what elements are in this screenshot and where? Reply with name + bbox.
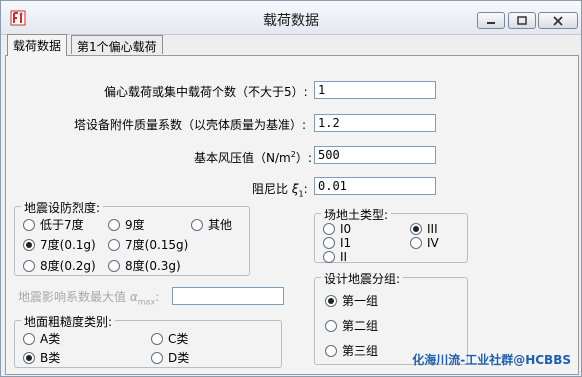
radio-soil-iv[interactable]: IV (410, 236, 439, 250)
radio-group-2[interactable]: 第二组 (325, 317, 378, 334)
watermark-text: 化海川流-工业社群@HCBBS (412, 353, 571, 367)
radio-circle-icon (23, 238, 35, 251)
site-soil-group: 场地土类型: I0 III I1 IV II (314, 206, 468, 264)
wind-pressure-label: 基本风压值（N/m2）: (194, 150, 312, 165)
maximize-button[interactable] (508, 12, 536, 29)
radio-soil-i0[interactable]: I0 (323, 222, 351, 236)
seismic-max-label: 地震影响系数最大值 αmax: (18, 290, 160, 307)
radio-other[interactable]: 其他 (191, 216, 232, 233)
tab-strip: 载荷数据 第1个偏心载荷 (5, 34, 579, 57)
radio-group-1[interactable]: 第一组 (325, 292, 378, 309)
radio-circle-icon (108, 238, 120, 251)
radio-soil-ii[interactable]: II (323, 250, 347, 264)
dialog-window: 载荷数据 载荷数据 第1个偏心载荷 偏心载荷或集中载荷个数（不大于5）: 1 塔… (0, 0, 582, 377)
site-soil-legend: 场地土类型: (321, 206, 392, 223)
radio-circle-icon (323, 251, 335, 263)
radio-rough-b[interactable]: B类 (23, 349, 60, 366)
radio-circle-icon (325, 294, 337, 307)
radio-circle-icon (410, 223, 422, 235)
radio-circle-icon (191, 218, 203, 231)
seismic-max-input[interactable] (172, 287, 284, 305)
roughness-legend: 地面粗糙度类别: (21, 313, 116, 330)
eccentric-count-label: 偏心载荷或集中载荷个数（不大于5）: (104, 85, 308, 99)
tab-load-data[interactable]: 载荷数据 (7, 34, 68, 56)
tab-eccentric-load-1[interactable]: 第1个偏心载荷 (71, 35, 163, 54)
close-icon (553, 15, 563, 26)
radio-circle-icon (23, 218, 35, 231)
radio-7-0.1g[interactable]: 7度(0.1g) (23, 236, 96, 253)
radio-circle-icon (23, 259, 35, 272)
radio-group-3[interactable]: 第三组 (325, 342, 378, 359)
mass-coefficient-label: 塔设备附件质量系数（以壳体质量为基准）: (74, 118, 307, 132)
seismic-intensity-legend: 地震设防烈度: (21, 199, 104, 216)
roughness-group: 地面粗糙度类别: A类 C类 B类 D类 (14, 313, 282, 368)
radio-8-0.3g[interactable]: 8度(0.3g) (108, 257, 181, 274)
radio-soil-iii[interactable]: III (410, 222, 438, 236)
radio-circle-icon (151, 351, 163, 364)
radio-below-7[interactable]: 低于7度 (23, 216, 84, 233)
minimize-button[interactable] (477, 12, 505, 29)
radio-soil-i1[interactable]: I1 (323, 236, 351, 250)
radio-circle-icon (23, 332, 35, 345)
damping-ratio-input[interactable]: 0.01 (314, 177, 436, 195)
radio-circle-icon (108, 218, 120, 231)
minimize-icon (487, 21, 495, 24)
radio-rough-c[interactable]: C类 (151, 330, 188, 347)
radio-degree-9[interactable]: 9度 (108, 216, 145, 233)
radio-circle-icon (108, 259, 120, 272)
tab-panel: 偏心载荷或集中载荷个数（不大于5）: 1 塔设备附件质量系数（以壳体质量为基准）… (5, 55, 579, 375)
radio-8-0.2g[interactable]: 8度(0.2g) (23, 257, 96, 274)
radio-circle-icon (410, 237, 422, 249)
radio-circle-icon (325, 319, 337, 332)
radio-7-0.15g[interactable]: 7度(0.15g) (108, 236, 188, 253)
seismic-intensity-group: 地震设防烈度: 低于7度 9度 其他 7度(0.1g) 7度(0.15g) 8度… (14, 199, 250, 276)
radio-circle-icon (23, 351, 35, 364)
damping-ratio-label: 阻尼比 ξ1: (252, 182, 308, 199)
radio-circle-icon (325, 344, 337, 357)
radio-rough-d[interactable]: D类 (151, 349, 189, 366)
design-group-legend: 设计地震分组: (321, 270, 404, 287)
mass-coefficient-input[interactable]: 1.2 (314, 114, 436, 132)
radio-circle-icon (151, 332, 163, 345)
eccentric-count-input[interactable]: 1 (314, 81, 436, 99)
close-button[interactable] (538, 12, 578, 29)
radio-circle-icon (323, 237, 335, 249)
title-bar[interactable]: 载荷数据 (1, 1, 581, 35)
maximize-icon (517, 15, 527, 25)
wind-pressure-input[interactable]: 500 (314, 146, 436, 164)
radio-rough-a[interactable]: A类 (23, 330, 60, 347)
radio-circle-icon (323, 223, 335, 235)
